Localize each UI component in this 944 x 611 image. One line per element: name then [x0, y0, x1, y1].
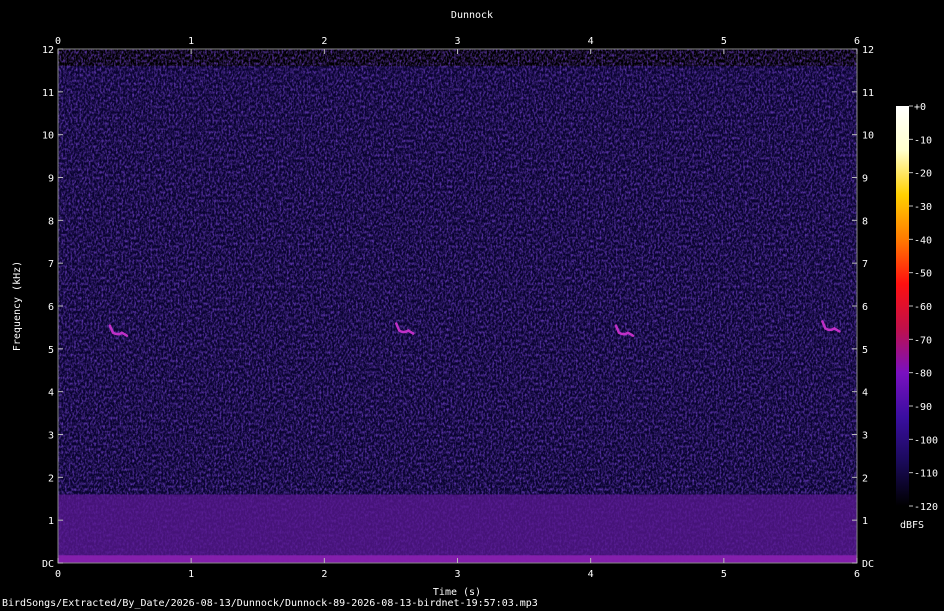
low-frequency-band [58, 494, 857, 563]
y-tick-label: DC [862, 559, 874, 570]
colorbar-label: dBFS [900, 520, 924, 531]
chart-title: Dunnock [451, 10, 493, 21]
y-tick-label: 8 [862, 216, 868, 227]
y-tick-label: 3 [862, 431, 868, 442]
y-tick-label: DC [42, 559, 54, 570]
y-tick-label: 8 [48, 216, 54, 227]
colorbar-tick-label: -80 [914, 369, 932, 380]
colorbar-tick-label: -20 [914, 169, 932, 180]
colorbar-tick-label: +0 [914, 102, 926, 113]
x-tick-label: 0 [55, 569, 61, 580]
spectrogram-noise [58, 49, 857, 563]
colorbar-tick-label: -100 [914, 435, 938, 446]
y-tick-label: 10 [862, 131, 874, 142]
x-tick-label: 3 [454, 569, 460, 580]
colorbar-tick-label: -10 [914, 135, 932, 146]
y-tick-label: 4 [48, 388, 54, 399]
y-tick-label: 2 [862, 473, 868, 484]
x-tick-label: 3 [454, 36, 460, 47]
y-tick-label: 6 [48, 302, 54, 313]
y-tick-label: 5 [862, 345, 868, 356]
y-axis-label: Frequency (kHz) [12, 261, 23, 351]
y-tick-label: 12 [42, 45, 54, 56]
y-tick-label: 10 [42, 131, 54, 142]
y-tick-label: 7 [862, 259, 868, 270]
y-tick-label: 11 [42, 88, 54, 99]
colorbar-tick-label: -30 [914, 202, 932, 213]
y-tick-label: 9 [862, 174, 868, 185]
x-axis-label: Time (s) [433, 587, 481, 598]
y-tick-label: 5 [48, 345, 54, 356]
x-tick-label: 2 [321, 569, 327, 580]
spectrogram-chart: Dunnock 0123456 0123456 DC12345678910111… [2, 10, 938, 609]
colorbar-tick-label: -40 [914, 235, 932, 246]
x-tick-label: 1 [188, 36, 194, 47]
y-tick-label: 2 [48, 473, 54, 484]
x-tick-label: 2 [321, 36, 327, 47]
colorbar-tick-label: -110 [914, 469, 938, 480]
y-tick-label: 9 [48, 174, 54, 185]
colorbar: +0 -10 -20 -30 -40 -50 -60 -70 -80 -90 -100 -110 -12… [896, 102, 938, 531]
x-tick-label: 4 [588, 569, 594, 580]
colorbar-tick-label: -90 [914, 402, 932, 413]
y-tick-label: 11 [862, 88, 874, 99]
y-tick-label: 3 [48, 431, 54, 442]
y-tick-label: 6 [862, 302, 868, 313]
x-tick-label: 1 [188, 569, 194, 580]
x-tick-label: 6 [854, 569, 860, 580]
colorbar-tick-label: -60 [914, 302, 932, 313]
colorbar-ticks: +0 -10 -20 -30 -40 -50 -60 -70 -80 -90 -100 -110 -12… [909, 102, 938, 513]
colorbar-tick-label: -120 [914, 502, 938, 513]
plot-area [57, 48, 858, 564]
y-tick-label: 4 [862, 388, 868, 399]
y-tick-label: 1 [862, 516, 868, 527]
y-tick-label: 12 [862, 45, 874, 56]
x-tick-label: 4 [588, 36, 594, 47]
y-tick-label: 7 [48, 259, 54, 270]
y-tick-label: 1 [48, 516, 54, 527]
colorbar-tick-label: -70 [914, 335, 932, 346]
x-tick-label: 5 [721, 569, 727, 580]
x-tick-label: 6 [854, 36, 860, 47]
x-tick-label: 5 [721, 36, 727, 47]
x-tick-label: 0 [55, 36, 61, 47]
footer-filepath: BirdSongs/Extracted/By_Date/2026-08-13/D… [2, 598, 538, 609]
colorbar-gradient [896, 106, 909, 506]
colorbar-tick-label: -50 [914, 269, 932, 280]
